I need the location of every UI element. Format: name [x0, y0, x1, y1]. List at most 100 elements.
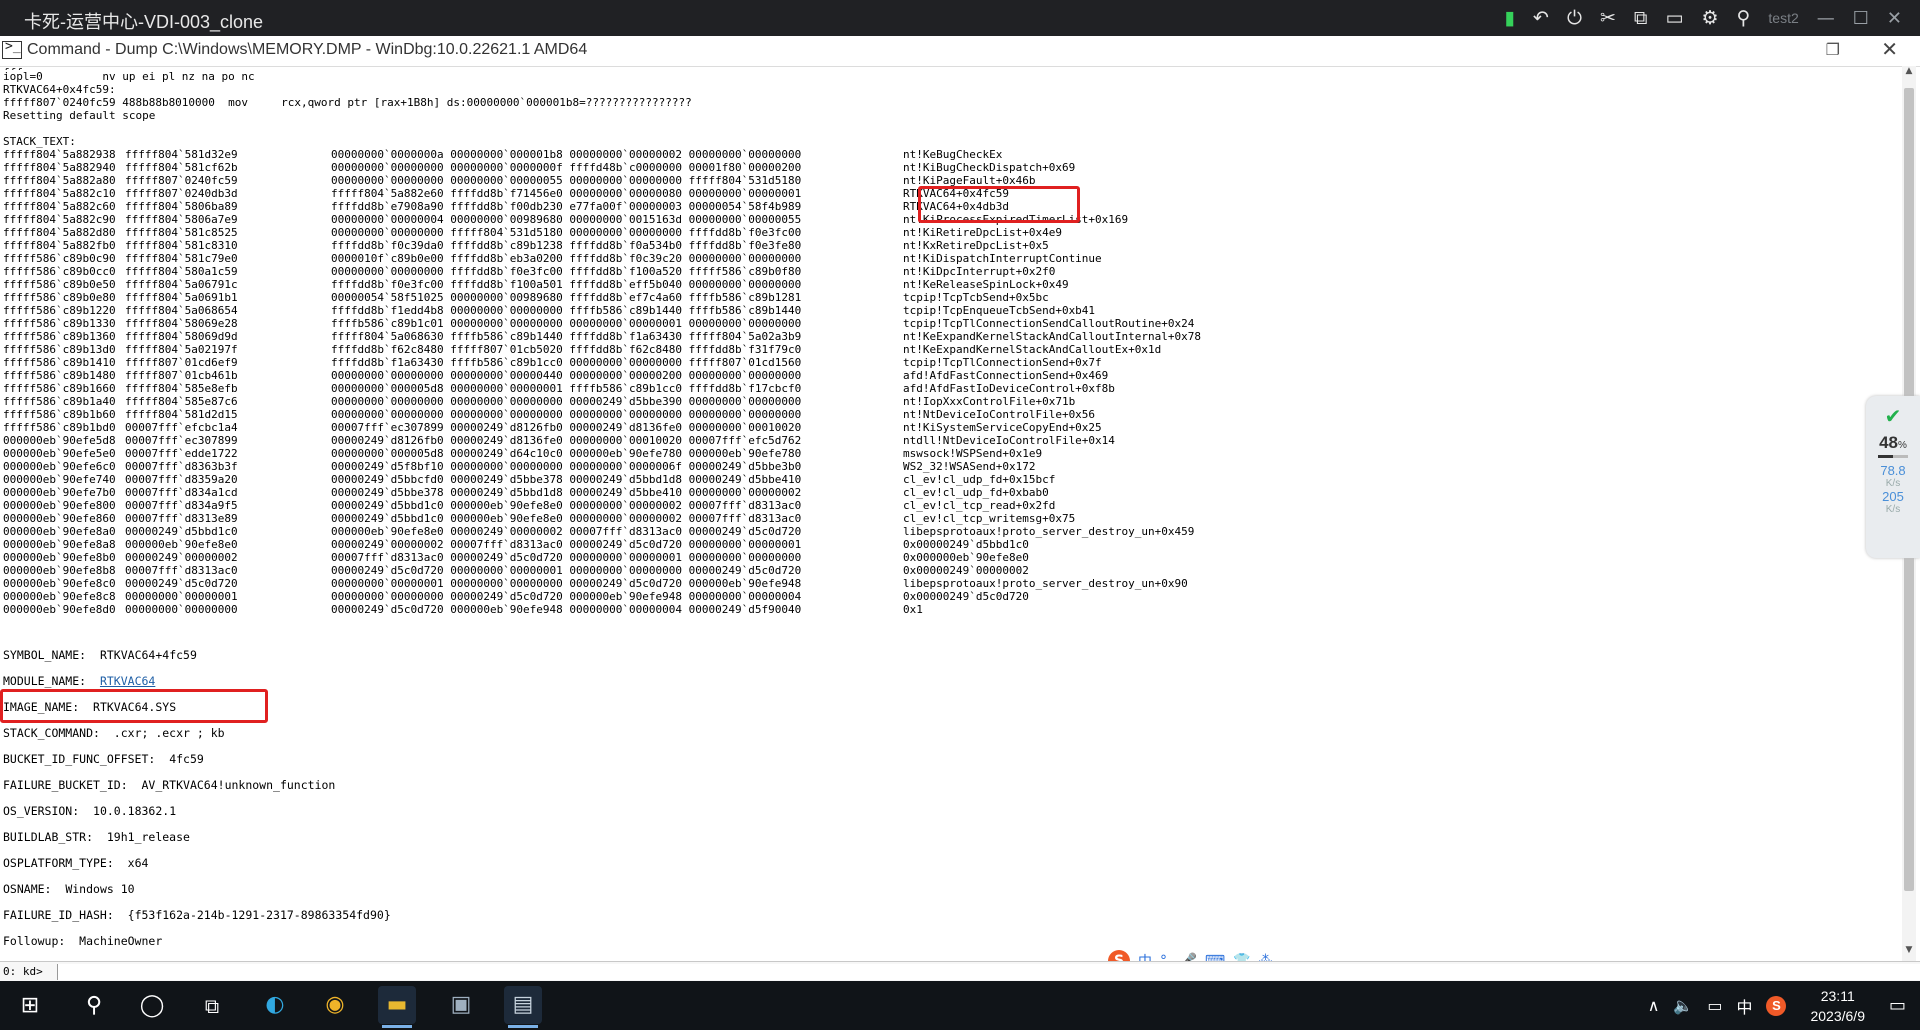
stack-child-sp: fffff804`5a882c90 — [3, 213, 116, 226]
clock-time: 23:11 — [1820, 987, 1855, 1004]
stack-ret-addr: 00007fff`d8363b3f — [125, 460, 238, 473]
search-icon[interactable]: ⚲ — [78, 990, 110, 1022]
stack-ret-addr: fffff804`581c8525 — [125, 226, 238, 239]
stack-child-sp: 000000eb`90efe8a8 — [3, 538, 116, 551]
stack-call-site: 0x00000249`00000002 — [903, 564, 1029, 577]
stack-call-args: 00000000`00000000 00000000`00000055 0000… — [331, 174, 802, 187]
stack-child-sp: fffff804`5a882d80 — [3, 226, 116, 239]
stack-call-args: ffffb586`c89b1c01 00000000`00000000 0000… — [331, 317, 802, 330]
input-language[interactable]: 中 — [1736, 994, 1752, 1018]
user-settings-icon[interactable]: ⚲ — [1736, 5, 1750, 31]
stack-call-args: 00000000`000005d8 00000000`00000001 ffff… — [331, 382, 802, 395]
stack-call-args: 00000000`00000000 ffffdd8b`f0e3fc00 ffff… — [331, 265, 802, 278]
power-icon[interactable]: ⏻ — [1567, 5, 1582, 31]
switch-window-icon[interactable]: ⧉ — [1634, 5, 1648, 31]
vdi-user-name: test2 — [1768, 10, 1799, 26]
stack-ret-addr: 00007fff`d8359a20 — [125, 473, 238, 486]
stack-child-sp: 000000eb`90efe740 — [3, 473, 116, 486]
stack-call-site: ntdll!NtDeviceIoControlFile+0x14 — [903, 434, 1115, 447]
stack-child-sp: fffff586`c89b1360 — [3, 330, 116, 343]
settings-icon[interactable]: ⚙ — [1701, 5, 1718, 31]
stack-call-site: tcpip!TcpEnqueueTcbSend+0xb41 — [903, 304, 1096, 317]
field-label: FAILURE_BUCKET_ID: — [3, 778, 128, 792]
chrome-browser-icon[interactable]: ◉ — [316, 986, 354, 1024]
vdi-toolbar: 卡死-运营中心-VDI-003_clone ▮ ↶ ⏻ ✂ ⧉ ▭ ⚙ ⚲ te… — [0, 0, 1920, 36]
stack-call-args: 00000000`00000000 00000000`0000000f ffff… — [331, 161, 802, 174]
stack-call-args: 00000249`d5c0d720 000000eb`90efe948 0000… — [331, 603, 802, 616]
stack-call-args: 00007fff`d8313ac0 00000249`d5c0d720 0000… — [331, 551, 802, 564]
stack-frame-row: 000000eb`90efe860 00007fff`d8313e89 000002… — [3, 512, 1893, 525]
stack-ret-addr: 00007fff`d8313e89 — [125, 512, 238, 525]
stack-call-args: ffffdd8b`f62c8480 fffff807`01cb5020 ffff… — [331, 343, 802, 356]
analysis-field: BUILDLAB_STR: 19h1_release — [3, 824, 1893, 850]
field-value: 10.0.18362.1 — [93, 804, 177, 818]
module-name-link[interactable]: RTKVAC64 — [100, 674, 155, 688]
network-icon[interactable]: ▭ — [1707, 996, 1722, 1015]
undo-icon[interactable]: ↶ — [1533, 5, 1549, 31]
task-view-icon[interactable]: ⧉ — [196, 990, 228, 1022]
volume-icon[interactable]: 🔈 — [1673, 996, 1693, 1015]
start-icon[interactable]: ⊞ — [14, 990, 46, 1022]
restore-icon[interactable]: ❐ — [1826, 40, 1840, 59]
vdi-tools: ▮ ↶ ⏻ ✂ ⧉ ▭ ⚙ ⚲ test2 — ☐ ✕ — [1505, 5, 1902, 31]
stack-child-sp: fffff586`c89b1480 — [3, 369, 116, 382]
stack-frame-row: fffff586`c89b0e50 fffff804`5a06791c ffffdd… — [3, 278, 1893, 291]
tray-overflow-icon[interactable]: ∧ — [1648, 996, 1660, 1015]
stack-frame-row: 000000eb`90efe6c0 00007fff`d8363b3f 000002… — [3, 460, 1893, 473]
stack-child-sp: fffff586`c89b1660 — [3, 382, 116, 395]
minimize-button[interactable]: — — [1817, 8, 1835, 29]
stack-call-args: 00000000`00000004 00000000`00989680 0000… — [331, 213, 802, 226]
field-label: OS_VERSION: — [3, 804, 80, 818]
stack-call-site: nt!KiBugCheckDispatch+0x69 — [903, 161, 1076, 174]
stack-frame-row: fffff586`c89b1220 fffff804`5a068654 ffffdd… — [3, 304, 1893, 317]
stack-frame-row: fffff804`5a882940 fffff804`581cf62b 000000… — [3, 161, 1893, 174]
stack-child-sp: 000000eb`90efe8b0 — [3, 551, 116, 564]
separator-line: --------- — [3, 954, 1893, 960]
no-network-icon[interactable]: ✂ — [1600, 5, 1616, 31]
file-explorer-icon[interactable]: ▬ — [378, 986, 416, 1028]
close-button[interactable]: ✕ — [1887, 8, 1902, 29]
stack-frame-row: fffff586`c89b1b60 fffff804`581d2d15 000000… — [3, 408, 1893, 421]
stack-child-sp: fffff586`c89b1a40 — [3, 395, 116, 408]
stack-call-site: WS2_32!WSASend+0x172 — [903, 460, 1036, 473]
maximize-button[interactable]: ☐ — [1853, 8, 1869, 29]
upload-speed: 78.8 — [1880, 463, 1906, 478]
field-value: RTKVAC64+4fc59 — [99, 648, 197, 662]
signal-icon[interactable]: ▮ — [1505, 5, 1515, 31]
stack-call-site: afd!AfdFastConnectionSend+0x469 — [903, 369, 1109, 382]
shield-icon: ✔ — [1884, 406, 1902, 428]
cortana-icon[interactable]: ◯ — [136, 990, 168, 1022]
windbg-icon[interactable]: ▤ — [504, 986, 542, 1028]
stack-ret-addr: fffff804`5806ba89 — [125, 200, 238, 213]
stack-child-sp: fffff586`c89b0cc0 — [3, 265, 116, 278]
notification-icon[interactable]: ▭ — [1889, 995, 1906, 1016]
field-value: MachineOwner — [79, 934, 163, 948]
remote-desktop-icon[interactable]: ▣ — [442, 986, 480, 1024]
stack-child-sp: 000000eb`90efe8a0 — [3, 525, 116, 538]
stack-frame-row: fffff586`c89b1480 fffff807`01cb461b 000000… — [3, 369, 1893, 382]
stack-call-site: mswsock!WSPSend+0x1e9 — [903, 447, 1043, 460]
fullscreen-icon[interactable]: ▭ — [1665, 5, 1683, 31]
stack-frame-row: 000000eb`90efe8b0 00000249`00000002 00007f… — [3, 551, 1893, 564]
stack-call-args: 0000010f`c89b0e00 ffffdd8b`eb3a0200 ffff… — [331, 252, 802, 265]
stack-call-args: 00000249`d5c0d720 00000000`00000001 0000… — [331, 564, 802, 577]
stack-frame-row: 000000eb`90efe740 00007fff`d8359a20 000002… — [3, 473, 1893, 486]
sogou-tray-icon[interactable]: S — [1766, 995, 1787, 1016]
stack-call-args: ffffdd8b`f0c39da0 ffffdd8b`c89b1238 ffff… — [331, 239, 802, 252]
stack-call-site: 0x000000eb`90efe8e0 — [903, 551, 1029, 564]
field-value: x64 — [127, 856, 149, 870]
stack-child-sp: fffff586`c89b0c90 — [3, 252, 116, 265]
output-line: RTKVAC64+0x4fc59: — [3, 83, 116, 96]
clock[interactable]: 23:11 2023/6/9 — [1800, 986, 1875, 1026]
edge-browser-icon[interactable]: ◐ — [256, 986, 294, 1024]
scroll-up-icon[interactable]: ▲ — [1902, 66, 1916, 82]
stack-frame-row: 000000eb`90efe8b8 00007fff`d8313ac0 000002… — [3, 564, 1893, 577]
scroll-down-icon[interactable]: ▼ — [1902, 945, 1916, 961]
stack-child-sp: fffff804`5a882c10 — [3, 187, 116, 200]
command-input[interactable] — [57, 964, 1920, 980]
stack-frame-row: fffff586`c89b0c90 fffff804`581c79e0 000001… — [3, 252, 1893, 265]
network-monitor-widget[interactable]: ✔ 48% 78.8 K/s 205 K/s — [1866, 396, 1920, 558]
close-icon[interactable]: ✕ — [1881, 37, 1898, 61]
stack-ret-addr: 00007fff`efcbc1a4 — [125, 421, 238, 434]
